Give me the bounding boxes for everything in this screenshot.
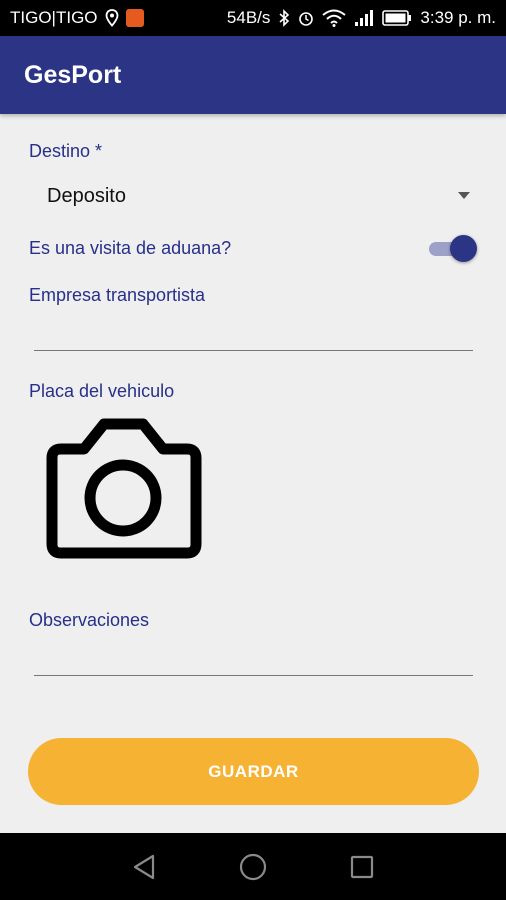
observaciones-input[interactable]	[34, 640, 473, 676]
destino-selected-value: Deposito	[47, 184, 126, 207]
empresa-input[interactable]	[34, 315, 473, 351]
carrier-label: TIGO|TIGO	[10, 8, 98, 27]
empresa-label: Empresa transportista	[29, 285, 206, 305]
back-icon	[134, 854, 155, 879]
navigation-bar	[0, 833, 506, 900]
camera-icon[interactable]	[44, 418, 202, 560]
recents-icon	[350, 855, 373, 878]
wifi-icon	[322, 9, 347, 27]
status-time: 3:39 p. m.	[420, 8, 496, 27]
network-speed: 54B/s	[226, 8, 271, 27]
switch-thumb	[450, 235, 477, 262]
alarm-icon	[299, 12, 314, 26]
placa-label: Placa del vehiculo	[29, 381, 175, 401]
recents-button[interactable]	[342, 847, 382, 887]
back-button[interactable]	[124, 847, 164, 887]
signal-icon	[355, 10, 374, 26]
dropdown-arrow-icon	[458, 192, 470, 199]
aduana-label: Es una visita de aduana?	[29, 237, 232, 258]
location-icon	[105, 9, 118, 27]
home-button[interactable]	[233, 847, 273, 887]
aduana-row: Es una visita de aduana?	[29, 230, 479, 266]
observaciones-label: Observaciones	[29, 610, 150, 630]
status-bar: TIGO|TIGO 54B/s 3:39 p. m.	[0, 0, 506, 36]
destino-label: Destino *	[29, 141, 103, 161]
app-title: GesPort	[24, 60, 122, 89]
destino-dropdown[interactable]: Deposito	[29, 174, 479, 218]
save-button[interactable]: GUARDAR	[28, 738, 479, 805]
battery-icon	[382, 10, 412, 26]
aduana-switch[interactable]	[427, 234, 477, 262]
app-notification-icon	[125, 9, 144, 27]
app-bar: GesPort	[0, 36, 506, 114]
home-icon	[239, 853, 267, 880]
bluetooth-icon	[279, 9, 290, 27]
